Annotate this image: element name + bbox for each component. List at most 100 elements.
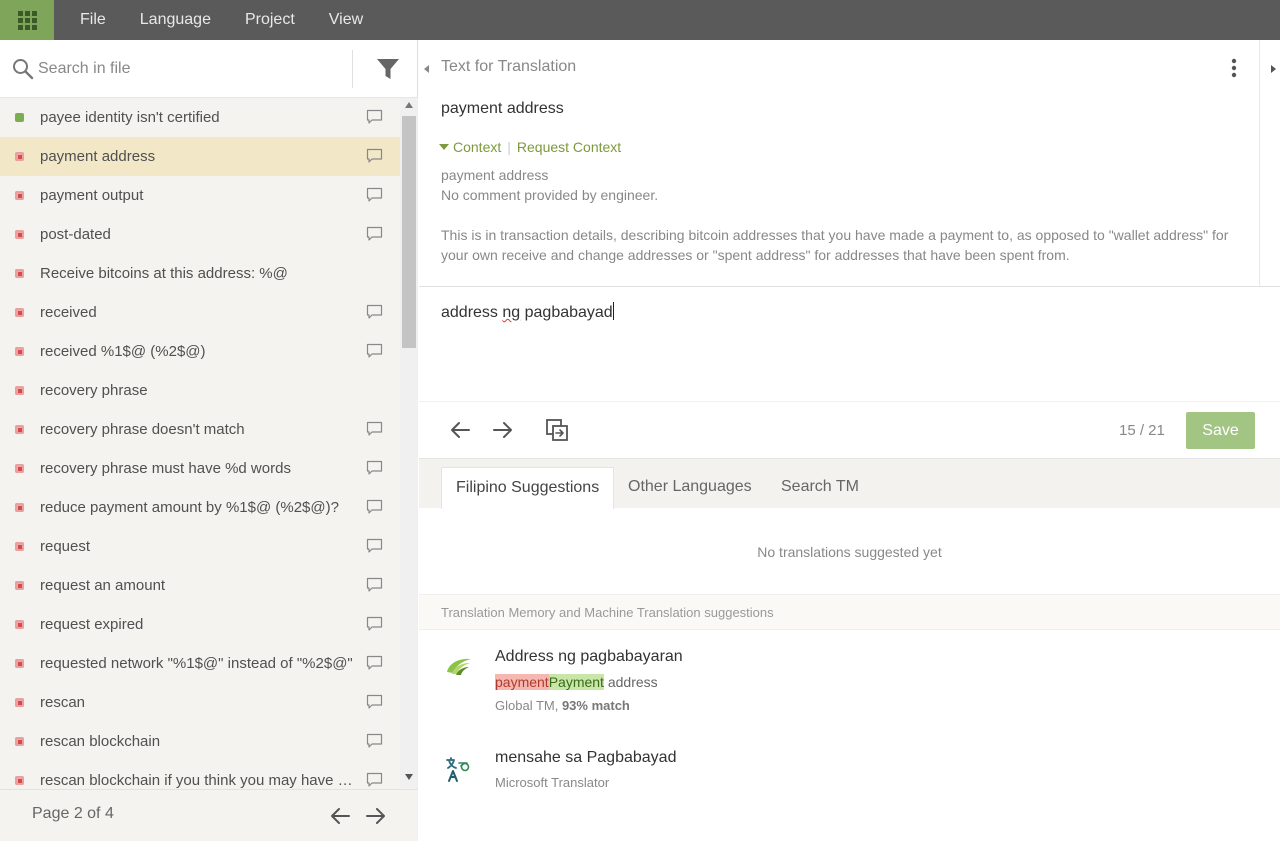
save-button[interactable]: Save [1186, 412, 1255, 449]
string-list-item[interactable]: payment address [0, 137, 400, 176]
string-list-item[interactable]: payee identity isn't certified [0, 98, 400, 137]
menu-file[interactable]: File [63, 0, 123, 40]
comment-icon[interactable] [366, 460, 383, 476]
global-tm-icon [447, 658, 471, 675]
string-label: request [40, 538, 91, 555]
comment-icon[interactable] [366, 226, 383, 242]
menu-language[interactable]: Language [123, 0, 228, 40]
string-list-item[interactable]: requested network "%1$@" instead of "%2$… [0, 644, 400, 683]
untranslated-status-icon [15, 152, 24, 161]
string-list-item[interactable]: reduce payment amount by %1$@ (%2$@)? [0, 488, 400, 527]
more-options-icon[interactable] [1231, 58, 1237, 78]
previous-string-icon[interactable] [448, 418, 472, 442]
string-list-item[interactable]: Receive bitcoins at this address: %@ [0, 254, 400, 293]
search-divider [352, 50, 353, 88]
untranslated-status-icon [15, 698, 24, 707]
string-list-item[interactable]: rescan blockchain if you think you may h… [0, 761, 400, 788]
editor-divider [1259, 40, 1260, 287]
string-label: Receive bitcoins at this address: %@ [40, 265, 288, 282]
copy-source-icon[interactable] [545, 418, 569, 442]
string-label: request an amount [40, 577, 166, 594]
string-list-item[interactable]: recovery phrase [0, 371, 400, 410]
comment-icon[interactable] [366, 109, 383, 125]
string-list-item[interactable]: recovery phrase must have %d words [0, 449, 400, 488]
string-list-item[interactable]: recovery phrase doesn't match [0, 410, 400, 449]
misspelled-word[interactable]: ng [502, 304, 520, 321]
suggestion-meta: Global TM, 93% match [495, 698, 630, 713]
comment-icon[interactable] [366, 655, 383, 671]
string-list-item[interactable]: rescan blockchain [0, 722, 400, 761]
comment-icon[interactable] [366, 304, 383, 320]
comment-icon[interactable] [366, 733, 383, 749]
context-key: payment address [441, 167, 549, 183]
string-list-item[interactable]: received %1$@ (%2$@) [0, 332, 400, 371]
string-list-item[interactable]: post-dated [0, 215, 400, 254]
translation-editor[interactable]: address ng pagbabayad [419, 286, 1280, 402]
filter-icon[interactable] [375, 56, 401, 82]
menu-project[interactable]: Project [228, 0, 312, 40]
comment-icon[interactable] [366, 577, 383, 593]
untranslated-status-icon [15, 191, 24, 200]
microsoft-translator-icon [446, 757, 470, 782]
translation-input[interactable]: address ng pagbabayad [441, 302, 614, 322]
menu-view[interactable]: View [312, 0, 380, 40]
caret-down-icon[interactable] [439, 144, 449, 150]
diff-inserted: Payment [548, 674, 604, 690]
comment-icon[interactable] [366, 187, 383, 203]
tab-filipino-suggestions[interactable]: Filipino Suggestions [441, 467, 615, 509]
comment-icon[interactable] [366, 694, 383, 710]
string-list-item[interactable]: rescan [0, 683, 400, 722]
string-label: rescan [40, 694, 86, 711]
string-label: request expired [40, 616, 144, 633]
suggestion-source-name: Microsoft Translator [495, 775, 610, 790]
comment-icon[interactable] [366, 343, 383, 359]
editor-panel: Text for Translation payment address Con… [419, 40, 1280, 841]
scroll-thumb[interactable] [402, 116, 416, 348]
string-list-item[interactable]: request expired [0, 605, 400, 644]
string-list-item[interactable]: request an amount [0, 566, 400, 605]
untranslated-status-icon [15, 425, 24, 434]
request-context-link[interactable]: Request Context [517, 139, 621, 155]
list-scrollbar[interactable] [400, 98, 418, 788]
scroll-up-arrow-icon[interactable] [405, 102, 413, 108]
suggestion-item[interactable]: mensahe sa Pagbabayad Microsoft Translat… [419, 749, 1280, 839]
context-toggle[interactable]: Context [453, 139, 501, 155]
comment-icon[interactable] [366, 772, 383, 788]
comment-icon[interactable] [366, 421, 383, 437]
string-label: rescan blockchain [40, 733, 161, 750]
string-list-item[interactable]: received [0, 293, 400, 332]
string-counter: 15 / 21 [1119, 422, 1165, 439]
string-label: payment address [40, 148, 156, 165]
collapse-left-arrow-icon[interactable] [419, 40, 433, 98]
tab-search-tm[interactable]: Search TM [767, 467, 873, 509]
comment-icon[interactable] [366, 538, 383, 554]
string-list-item[interactable]: request [0, 527, 400, 566]
suggestion-text: mensahe sa Pagbabayad [495, 749, 677, 766]
comment-icon[interactable] [366, 499, 383, 515]
tm-section-label: Translation Memory and Machine Translati… [441, 605, 774, 620]
suggestion-item[interactable]: Address ng pagbabayaran paymentPayment a… [419, 648, 1280, 738]
collapse-right-arrow-icon[interactable] [1266, 40, 1280, 98]
match-percentage: 93% match [561, 698, 630, 713]
untranslated-status-icon [15, 503, 24, 512]
comment-icon[interactable] [366, 148, 383, 164]
next-page-icon[interactable] [365, 806, 387, 826]
previous-page-icon[interactable] [329, 806, 351, 826]
pager: Page 2 of 4 [0, 789, 418, 841]
tab-other-languages[interactable]: Other Languages [614, 467, 766, 509]
comment-icon[interactable] [366, 616, 383, 632]
editor-toolbar: 15 / 21 Save [419, 402, 1280, 458]
next-string-icon[interactable] [491, 418, 515, 442]
string-label: recovery phrase doesn't match [40, 421, 245, 438]
context-description: This is in transaction details, describi… [441, 227, 1229, 263]
tm-section-header: Translation Memory and Machine Translati… [419, 594, 1280, 630]
untranslated-status-icon [15, 659, 24, 668]
string-list-item[interactable]: payment output [0, 176, 400, 215]
search-input[interactable] [38, 56, 338, 82]
untranslated-status-icon [15, 542, 24, 551]
suggestion-text: Address ng pagbabayaran [495, 648, 683, 665]
search-icon [13, 59, 34, 80]
untranslated-status-icon [15, 620, 24, 629]
apps-grid-button[interactable] [0, 0, 54, 40]
scroll-down-arrow-icon[interactable] [405, 774, 413, 780]
